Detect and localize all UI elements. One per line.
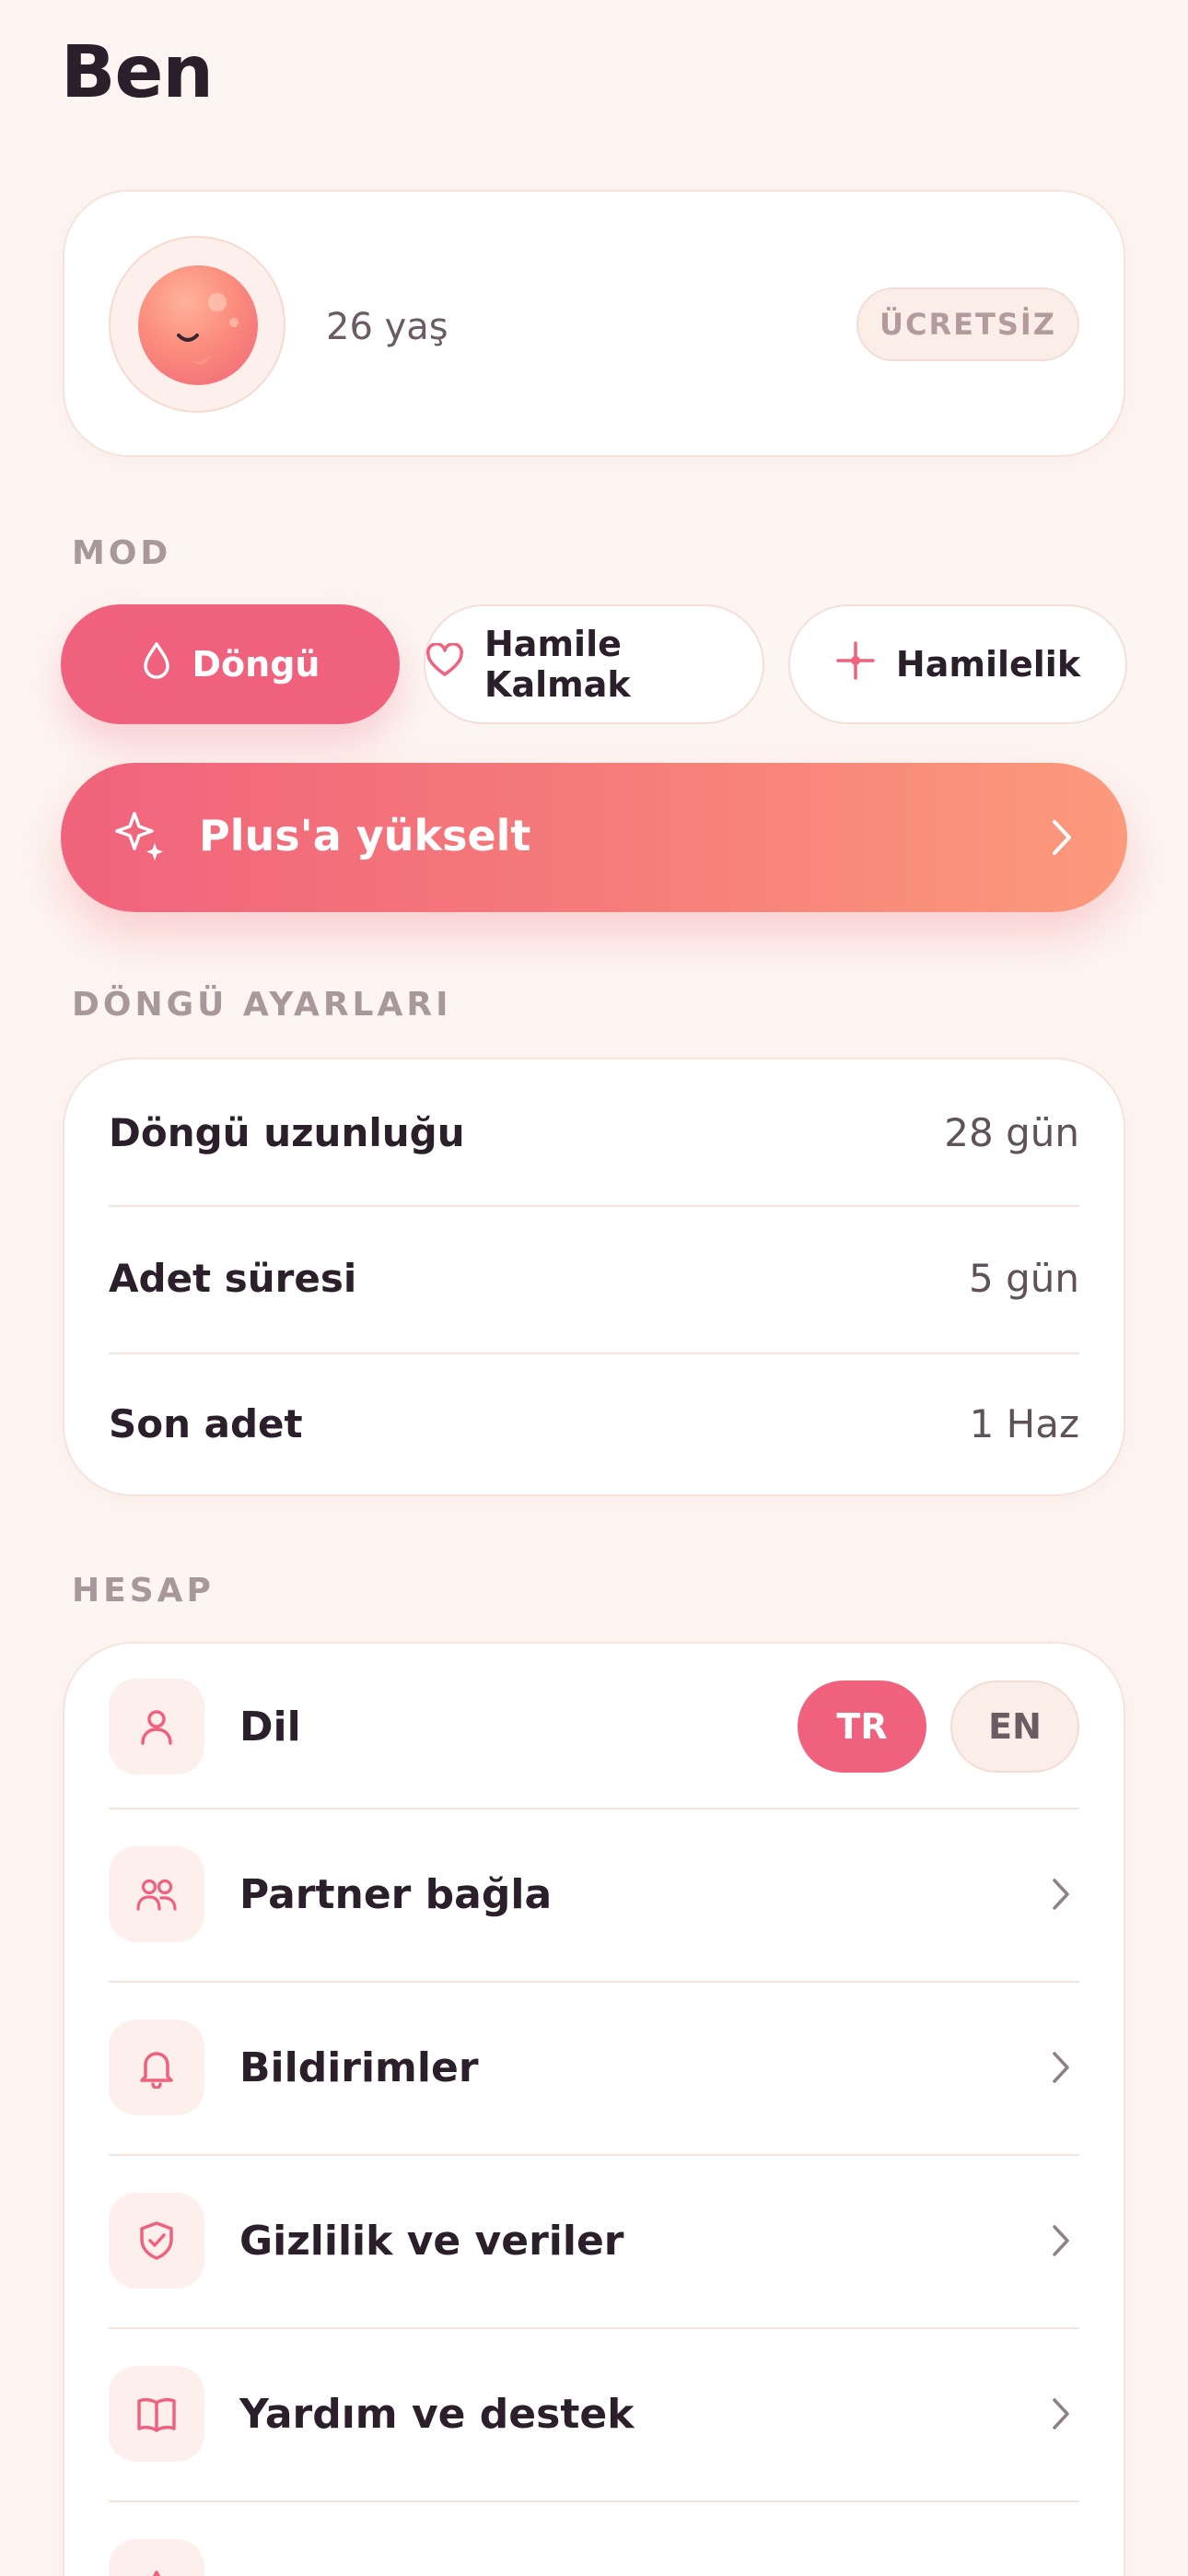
account-item-privacy[interactable]: Gizlilik ve veriler	[109, 2193, 1079, 2289]
cycle-length-value: 28 gün	[944, 1109, 1079, 1155]
period-length-row[interactable]: Adet süresi 5 gün	[109, 1244, 1079, 1312]
period-length-label: Adet süresi	[109, 1255, 357, 1301]
chevron-right-icon	[1048, 816, 1076, 862]
heart-icon	[425, 641, 464, 686]
divider	[109, 1808, 1079, 1809]
account-item-partner[interactable]: Partner bağla	[109, 1846, 1079, 1942]
sparkle-icon	[835, 640, 876, 689]
account-item-notifications-label: Bildirimler	[239, 2043, 479, 2091]
last-period-row[interactable]: Son adet 1 Haz	[109, 1389, 1079, 1458]
divider	[109, 1205, 1079, 1207]
age-text: 26 yaş	[326, 306, 448, 348]
chevron-right-icon	[1042, 2395, 1079, 2432]
mode-cycle-label: Döngü	[192, 644, 320, 685]
book-icon	[109, 2366, 204, 2462]
plan-badge: ÜCRETSİZ	[856, 287, 1079, 361]
mode-section-label: MOD	[72, 534, 172, 572]
divider	[109, 1352, 1079, 1354]
mode-pregnancy-button[interactable]: Hamilelik	[788, 604, 1127, 724]
avatar[interactable]	[109, 236, 285, 413]
account-section-label: HESAP	[72, 1572, 215, 1610]
cycle-settings-card: Döngü uzunluğu 28 gün Adet süresi 5 gün …	[63, 1058, 1125, 1496]
profile-card[interactable]: 26 yaş ÜCRETSİZ	[63, 190, 1125, 457]
chevron-right-icon	[1042, 1876, 1079, 1913]
last-period-label: Son adet	[109, 1400, 303, 1446]
mode-pregnancy-label: Hamilelik	[895, 644, 1081, 685]
page-title: Ben	[61, 31, 214, 114]
language-tr-button[interactable]: TR	[798, 1680, 926, 1773]
account-item-notifications[interactable]: Bildirimler	[109, 2020, 1079, 2115]
bell-icon	[109, 2020, 204, 2115]
user-icon	[109, 1679, 204, 1774]
divider	[109, 2327, 1079, 2329]
info-icon	[109, 2539, 204, 2576]
period-length-value: 5 gün	[969, 1255, 1079, 1301]
last-period-value: 1 Haz	[969, 1400, 1079, 1446]
language-en-button[interactable]: EN	[950, 1680, 1079, 1773]
divider	[109, 2500, 1079, 2502]
upgrade-plus-button[interactable]: Plus'a yükselt	[61, 763, 1127, 912]
divider	[109, 1981, 1079, 1983]
sparkles-icon	[112, 808, 168, 867]
chevron-right-icon	[1042, 2222, 1079, 2259]
divider	[109, 2154, 1079, 2156]
shield-check-icon	[109, 2193, 204, 2289]
mode-conceive-button[interactable]: Hamile Kalmak	[424, 604, 764, 724]
drop-icon	[141, 640, 172, 689]
mode-conceive-label: Hamile Kalmak	[484, 624, 631, 705]
account-item-privacy-label: Gizlilik ve veriler	[239, 2217, 624, 2265]
mode-cycle-button[interactable]: Döngü	[61, 604, 400, 724]
cycle-settings-section-label: DÖNGÜ AYARLARI	[72, 986, 452, 1024]
account-item-partner-label: Partner bağla	[239, 1870, 553, 1918]
cycle-length-row[interactable]: Döngü uzunluğu 28 gün	[109, 1098, 1079, 1166]
cycle-length-label: Döngü uzunluğu	[109, 1109, 465, 1155]
account-item-help-label: Yardım ve destek	[239, 2390, 635, 2438]
users-icon	[109, 1846, 204, 1942]
account-item-partial[interactable]	[109, 2539, 1079, 2576]
language-label: Dil	[239, 1703, 301, 1751]
account-card: Dil TR EN Partner bağla Bildirimler Gizl…	[63, 1642, 1125, 2576]
chevron-right-icon	[1042, 2049, 1079, 2086]
account-item-help[interactable]: Yardım ve destek	[109, 2366, 1079, 2462]
upgrade-label: Plus'a yükselt	[199, 811, 531, 861]
language-row: Dil TR EN	[109, 1679, 1079, 1774]
avatar-face-icon	[138, 265, 258, 385]
